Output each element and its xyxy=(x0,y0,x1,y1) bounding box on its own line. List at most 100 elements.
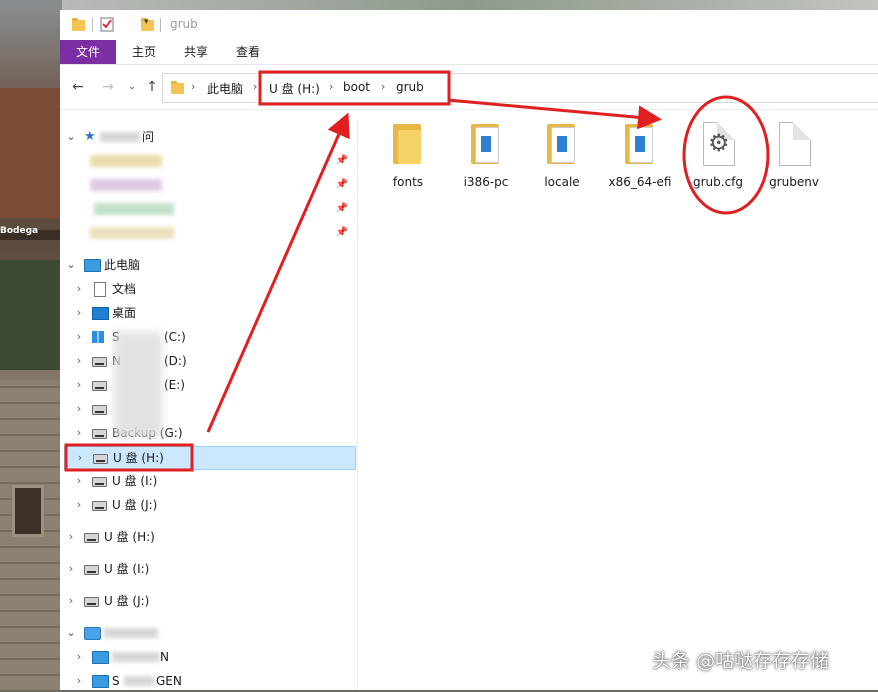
file-explorer-window: ▾ grub 文件 主页 共享 查看 ← → ⌄ ↑ › 此电脑 › U 盘 (… xyxy=(60,10,878,690)
network[interactable]: ⌄ xyxy=(64,622,354,644)
nav-item-usb-h[interactable]: › U 盘 (H:) xyxy=(64,446,356,470)
quick-access-item[interactable]: 📌 xyxy=(64,198,354,220)
navigation-pane: ⌄ ★ 问 📌 📌 📌 📌 ⌄ 此电脑 › 文档 › 桌面 › (C:) › (… xyxy=(60,120,358,690)
recent-locations-chevron-icon[interactable]: ⌄ xyxy=(124,79,140,95)
nav-item-label: 桌面 xyxy=(112,306,137,320)
nav-root-usb-j[interactable]: › U 盘 (J:) xyxy=(64,590,354,612)
window-title: grub xyxy=(170,17,198,31)
nav-item-documents[interactable]: › 文档 xyxy=(72,278,354,300)
file-item-locale[interactable]: locale xyxy=(525,120,599,190)
nav-item-usb-j[interactable]: › U 盘 (J:) xyxy=(72,494,354,516)
file-name: grub.cfg xyxy=(692,175,744,189)
desktop-icon xyxy=(92,307,109,320)
chevron-right-icon[interactable]: › xyxy=(73,447,87,469)
nav-root-usb-h[interactable]: › U 盘 (H:) xyxy=(64,526,354,548)
config-file-icon: ⚙ xyxy=(703,122,735,166)
chevron-right-icon[interactable]: › xyxy=(72,646,86,668)
tab-file[interactable]: 文件 xyxy=(60,40,116,64)
chevron-right-icon[interactable]: › xyxy=(72,670,86,692)
nav-item-label: U 盘 (H:) xyxy=(104,530,155,544)
network-icon xyxy=(84,627,101,640)
chevron-right-icon[interactable]: › xyxy=(72,422,86,444)
back-button[interactable]: ← xyxy=(70,79,86,95)
chevron-right-icon[interactable]: › xyxy=(72,350,86,372)
tab-view[interactable]: 查看 xyxy=(226,40,270,64)
chevron-down-icon[interactable]: ⌄ xyxy=(64,126,78,148)
chevron-down-icon[interactable]: ⌄ xyxy=(64,622,78,644)
quick-access-label: 问 xyxy=(142,130,155,144)
breadcrumb-boot[interactable]: boot xyxy=(343,80,370,94)
nav-item-label: 文档 xyxy=(112,282,137,296)
file-name: x86_64-efi xyxy=(608,175,672,189)
nav-item-desktop[interactable]: › 桌面 xyxy=(72,302,354,324)
chevron-right-icon[interactable]: › xyxy=(64,558,78,580)
chevron-right-icon[interactable]: › xyxy=(64,590,78,612)
chevron-right-icon[interactable]: › xyxy=(72,494,86,516)
up-button[interactable]: ↑ xyxy=(144,79,160,95)
this-pc[interactable]: ⌄ 此电脑 xyxy=(64,254,354,276)
pin-icon: 📌 xyxy=(335,227,348,238)
file-name: i386-pc xyxy=(463,175,509,189)
tab-home[interactable]: 主页 xyxy=(122,40,166,64)
chevron-right-icon[interactable]: › xyxy=(72,374,86,396)
star-icon: ★ xyxy=(84,129,96,144)
watermark: 头条 @咕哒存存存储 xyxy=(652,650,830,672)
customize-quick-access-icon[interactable]: ▾ xyxy=(144,17,149,35)
navigation-bar: ← → ⌄ ↑ › 此电脑 › U 盘 (H:) › boot › grub xyxy=(60,65,878,110)
network-item[interactable]: › N xyxy=(72,646,354,668)
breadcrumb-grub[interactable]: grub xyxy=(396,80,424,94)
drive-icon xyxy=(92,429,107,439)
drive-icon xyxy=(92,501,107,511)
windows-drive-icon xyxy=(92,331,104,343)
chevron-right-icon[interactable]: › xyxy=(64,526,78,548)
drive-icon xyxy=(92,357,107,367)
drive-icon xyxy=(84,533,99,543)
desktop-background-top xyxy=(62,0,878,10)
chevron-right-icon[interactable]: › xyxy=(72,302,86,324)
file-item-fonts[interactable]: fonts xyxy=(371,120,445,190)
file-list: fonts i386-pc locale x86_64-efi ⚙ grub.c… xyxy=(358,110,878,690)
gear-icon: ⚙ xyxy=(708,129,730,157)
file-item-grub-cfg[interactable]: ⚙ grub.cfg xyxy=(681,120,755,190)
document-icon xyxy=(94,282,106,297)
folder-icon xyxy=(393,124,421,164)
nav-item-label: (D:) xyxy=(164,354,187,368)
nav-item-usb-i[interactable]: › U 盘 (I:) xyxy=(72,470,354,492)
title-bar: ▾ grub xyxy=(60,10,878,40)
nav-root-usb-i[interactable]: › U 盘 (I:) xyxy=(64,558,354,580)
chevron-right-icon[interactable]: › xyxy=(72,326,86,348)
breadcrumb-usb-h[interactable]: U 盘 (H:) xyxy=(269,80,320,97)
quick-access-item[interactable]: 📌 xyxy=(64,174,354,196)
file-item-i386-pc[interactable]: i386-pc xyxy=(449,120,523,190)
chevron-down-icon[interactable]: ⌄ xyxy=(64,254,78,276)
chevron-right-icon[interactable]: › xyxy=(72,398,86,420)
chevron-right-icon: › xyxy=(381,80,386,93)
quick-access-item[interactable]: 📌 xyxy=(64,222,354,244)
drive-icon xyxy=(92,405,107,415)
network-item[interactable]: › S GEN xyxy=(72,670,354,692)
file-item-grubenv[interactable]: grubenv xyxy=(757,120,831,190)
address-bar[interactable]: › 此电脑 › U 盘 (H:) › boot › grub xyxy=(162,73,878,103)
forward-button[interactable]: → xyxy=(100,79,116,95)
breadcrumb-this-pc[interactable]: 此电脑 xyxy=(207,80,243,97)
quick-access-item[interactable]: 📌 xyxy=(64,150,354,172)
tab-share[interactable]: 共享 xyxy=(174,40,218,64)
chevron-right-icon[interactable]: › xyxy=(72,470,86,492)
folder-icon xyxy=(72,18,85,31)
computer-icon xyxy=(92,675,109,688)
properties-icon[interactable] xyxy=(100,16,114,32)
chevron-right-icon: › xyxy=(253,80,258,93)
folder-docs-icon xyxy=(471,124,499,164)
chevron-right-icon[interactable]: › xyxy=(72,278,86,300)
drive-icon xyxy=(93,454,108,464)
nav-item-label: U 盘 (H:) xyxy=(113,451,164,465)
pin-icon: 📌 xyxy=(335,203,348,214)
folder-docs-icon xyxy=(547,124,575,164)
nav-item-label: (E:) xyxy=(164,378,185,392)
file-item-x86-64-efi[interactable]: x86_64-efi xyxy=(603,120,677,190)
file-icon xyxy=(779,122,811,166)
drive-icon xyxy=(92,477,107,487)
pin-icon: 📌 xyxy=(335,155,348,166)
computer-icon xyxy=(92,651,109,664)
quick-access[interactable]: ⌄ ★ 问 xyxy=(64,126,354,148)
